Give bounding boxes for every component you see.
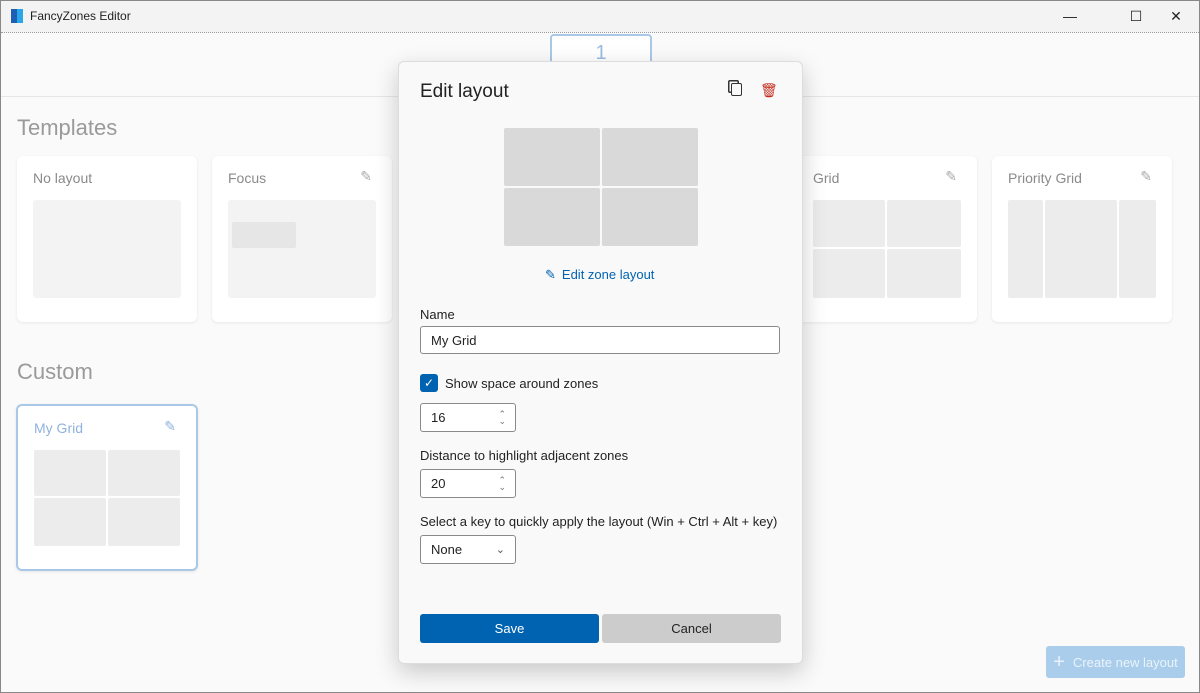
card-label: Grid [813,170,840,186]
close-button[interactable]: ✕ [1153,1,1199,31]
edit-layout-dialog: Edit layout 🗑 ✎ Edit zone layout Name My… [398,61,803,664]
layout-preview [504,128,698,246]
layout-preview [1008,200,1156,298]
dialog-title: Edit layout [420,81,509,102]
layout-preview [34,450,182,548]
title-bar: FancyZones Editor — ☐ ✕ [1,1,1199,31]
cancel-button[interactable]: Cancel [602,614,781,643]
custom-heading: Custom [17,359,93,384]
create-new-layout-button[interactable]: + Create new layout [1046,646,1185,678]
template-card-grid[interactable]: Grid ✎ [797,156,977,322]
plus-icon: + [1053,650,1065,673]
layout-preview [33,200,181,298]
duplicate-icon[interactable] [731,83,742,96]
edit-zone-layout-link[interactable]: ✎ Edit zone layout [545,267,654,283]
save-button[interactable]: Save [420,614,599,643]
spin-icon[interactable]: ⌃ ⌄ [498,475,506,491]
space-stepper[interactable]: 16 ⌃ ⌄ [420,403,516,432]
pencil-icon[interactable]: ✎ [945,168,957,185]
pencil-icon[interactable]: ✎ [1140,168,1152,185]
app-icon [11,9,23,23]
create-label: Create new layout [1072,654,1178,670]
card-label: No layout [33,170,93,186]
edit-zone-label: Edit zone layout [561,267,655,282]
templates-heading: Templates [17,115,118,140]
show-space-checkbox[interactable]: ✓ [420,374,438,392]
spin-icon[interactable]: ⌃ ⌄ [498,409,506,425]
card-label: Priority Grid [1008,170,1082,186]
layout-preview [228,200,376,298]
pencil-icon[interactable]: ✎ [164,418,176,435]
template-card-priority-grid[interactable]: Priority Grid ✎ [992,156,1172,322]
space-value: 16 [431,410,446,425]
custom-card-my-grid[interactable]: My Grid ✎ [16,404,198,571]
key-value: None [431,542,463,557]
minimize-button[interactable]: — [1047,1,1093,31]
name-input[interactable]: My Grid [420,326,780,354]
pencil-icon: ✎ [545,267,556,282]
chevron-down-icon: ⌄ [495,544,505,556]
card-label: Focus [228,170,267,186]
distance-value: 20 [431,476,446,491]
pencil-icon[interactable]: ✎ [360,168,372,185]
key-label: Select a key to quickly apply the layout… [420,514,778,529]
name-label: Name [420,307,455,322]
template-card-no-layout[interactable]: No layout [17,156,197,322]
key-dropdown[interactable]: None ⌄ [420,535,516,564]
delete-icon[interactable]: 🗑 [760,82,778,99]
window-title: FancyZones Editor [30,9,131,23]
show-space-label: Show space around zones [445,376,599,391]
distance-label: Distance to highlight adjacent zones [420,448,629,463]
distance-stepper[interactable]: 20 ⌃ ⌄ [420,469,516,498]
card-label: My Grid [34,420,83,436]
layout-preview [813,200,961,298]
template-card-focus[interactable]: Focus ✎ [212,156,392,322]
